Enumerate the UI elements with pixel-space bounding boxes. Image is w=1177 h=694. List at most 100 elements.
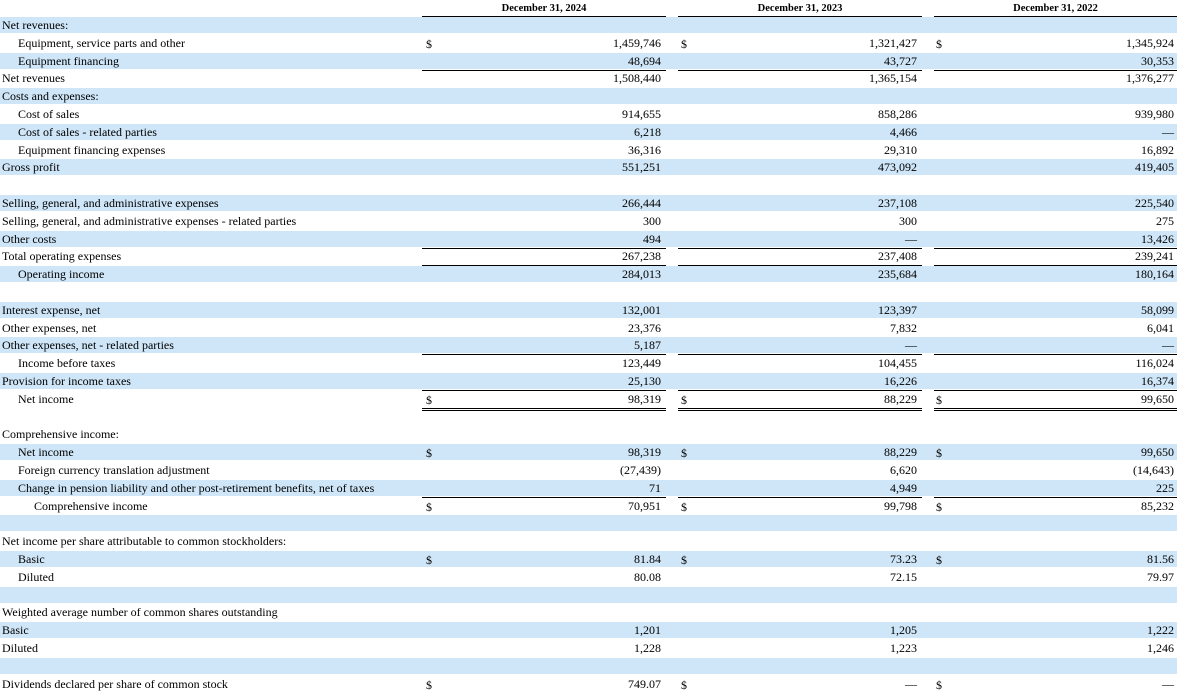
row-value: 239,241 [1135,249,1174,264]
row-value: 29,310 [884,142,917,157]
row-label: Net income [18,391,74,406]
row-value: 99,650 [1141,445,1174,460]
row-label: Other expenses, net - related parties [2,338,174,353]
row-label: Comprehensive income [34,498,148,513]
row-value: 494 [643,231,661,246]
row-value: 1,345,924 [1126,35,1174,50]
row-value: 300 [643,213,661,228]
row-band [0,657,1177,674]
row-value: 48,694 [628,53,661,68]
row-value: 71 [649,480,661,495]
row-value: 7,832 [890,320,917,335]
row-total-rule [422,409,666,411]
row-band [0,88,1177,105]
row-label: Basic [2,623,29,638]
row-label: Provision for income taxes [2,374,131,388]
row-label: Gross profit [2,160,60,175]
row-label: Diluted [18,569,54,584]
row-value: 237,108 [878,196,917,210]
row-label: Net revenues [2,71,65,86]
row-value: — [905,676,917,691]
row-value: 132,001 [622,302,661,317]
row-label: Total operating expenses [2,249,122,264]
row-value: 123,449 [622,356,661,371]
row-value: 16,892 [1141,142,1174,157]
row-value: 284,013 [622,267,661,282]
row-band [0,17,1177,33]
row-label: Change in pension liability and other po… [18,480,375,495]
row-value: 1,223 [890,641,917,655]
row-label: Selling, general, and administrative exp… [2,196,219,210]
row-value: 123,397 [878,302,917,317]
row-band [0,515,1177,532]
row-value: 1,222 [1147,623,1174,638]
row-value: 98,319 [628,391,661,406]
row-label: Interest expense, net [2,302,101,317]
row-label: Equipment, service parts and other [18,35,185,50]
row-value: 104,455 [878,356,917,371]
row-label: Net revenues: [2,18,69,32]
row-value: 235,684 [878,267,917,282]
income-statement-table: December 31, 2024 December 31, 2023 Dece… [0,0,1177,694]
row-label: Other expenses, net [2,320,97,335]
row-value: 72.15 [890,569,917,584]
row-label: Equipment financing expenses [18,142,166,157]
row-value: 99,650 [1141,391,1174,406]
row-label: Other costs [2,231,57,246]
row-value: 88,229 [884,445,917,460]
row-value: 13,426 [1141,231,1174,246]
row-total-rule [678,407,922,409]
row-value: — [1162,676,1174,691]
row-label: Dividends declared per share of common s… [2,676,228,691]
row-value: 1,205 [890,623,917,638]
row-value: 1,508,440 [613,71,661,86]
row-value: 1,201 [634,623,661,638]
row-label: Diluted [2,641,38,655]
row-value: 85,232 [1141,498,1174,513]
row-value: 81.84 [634,552,661,566]
row-total-rule [422,407,666,409]
row-label: Basic [18,552,45,566]
row-value: 58,099 [1141,302,1174,317]
row-value: — [1162,338,1174,353]
row-value: 275 [1156,213,1174,228]
column-header-2022: December 31, 2022 [1013,3,1098,14]
row-value: 79.97 [1147,569,1174,584]
row-label: Cost of sales [18,107,80,121]
row-total-rule [934,407,1177,409]
column-header-2024: December 31, 2024 [501,3,587,14]
row-label: Selling, general, and administrative exp… [2,213,297,228]
row-value: — [905,338,917,353]
row-value: 749.07 [628,676,661,691]
row-value: 300 [899,213,917,228]
row-value: (27,439) [620,463,661,477]
row-label: Foreign currency translation adjustment [18,463,210,477]
row-value: 99,798 [884,498,917,513]
row-label: Weighted average number of common shares… [2,605,278,620]
row-value: 30,353 [1141,53,1174,68]
column-header-2023: December 31, 2023 [757,3,843,14]
row-value: 6,218 [634,124,661,139]
row-value: 80.08 [634,569,661,584]
row-value: 98,319 [628,445,661,460]
row-value: 1,228 [634,641,661,655]
row-value: 43,727 [884,53,917,68]
row-value: 6,041 [1147,320,1174,335]
row-value: 1,459,746 [613,35,661,50]
row-value: 939,980 [1135,107,1174,121]
row-total-rule [934,409,1177,411]
row-value: 1,365,154 [869,71,917,86]
row-value: 237,408 [878,249,917,264]
row-label: Income before taxes [18,356,116,371]
row-label: Net income per share attributable to com… [2,534,287,549]
row-value: 5,187 [634,338,661,353]
row-value: 116,024 [1135,356,1174,371]
row-value: 1,376,277 [1126,71,1174,86]
row-value: — [1162,124,1174,139]
row-value: 266,444 [622,196,661,210]
row-total-rule [678,409,922,411]
row-value: 914,655 [622,107,661,121]
row-value: 1,246 [1147,641,1174,655]
row-label: Cost of sales - related parties [18,124,157,139]
row-value: 473,092 [878,160,917,175]
